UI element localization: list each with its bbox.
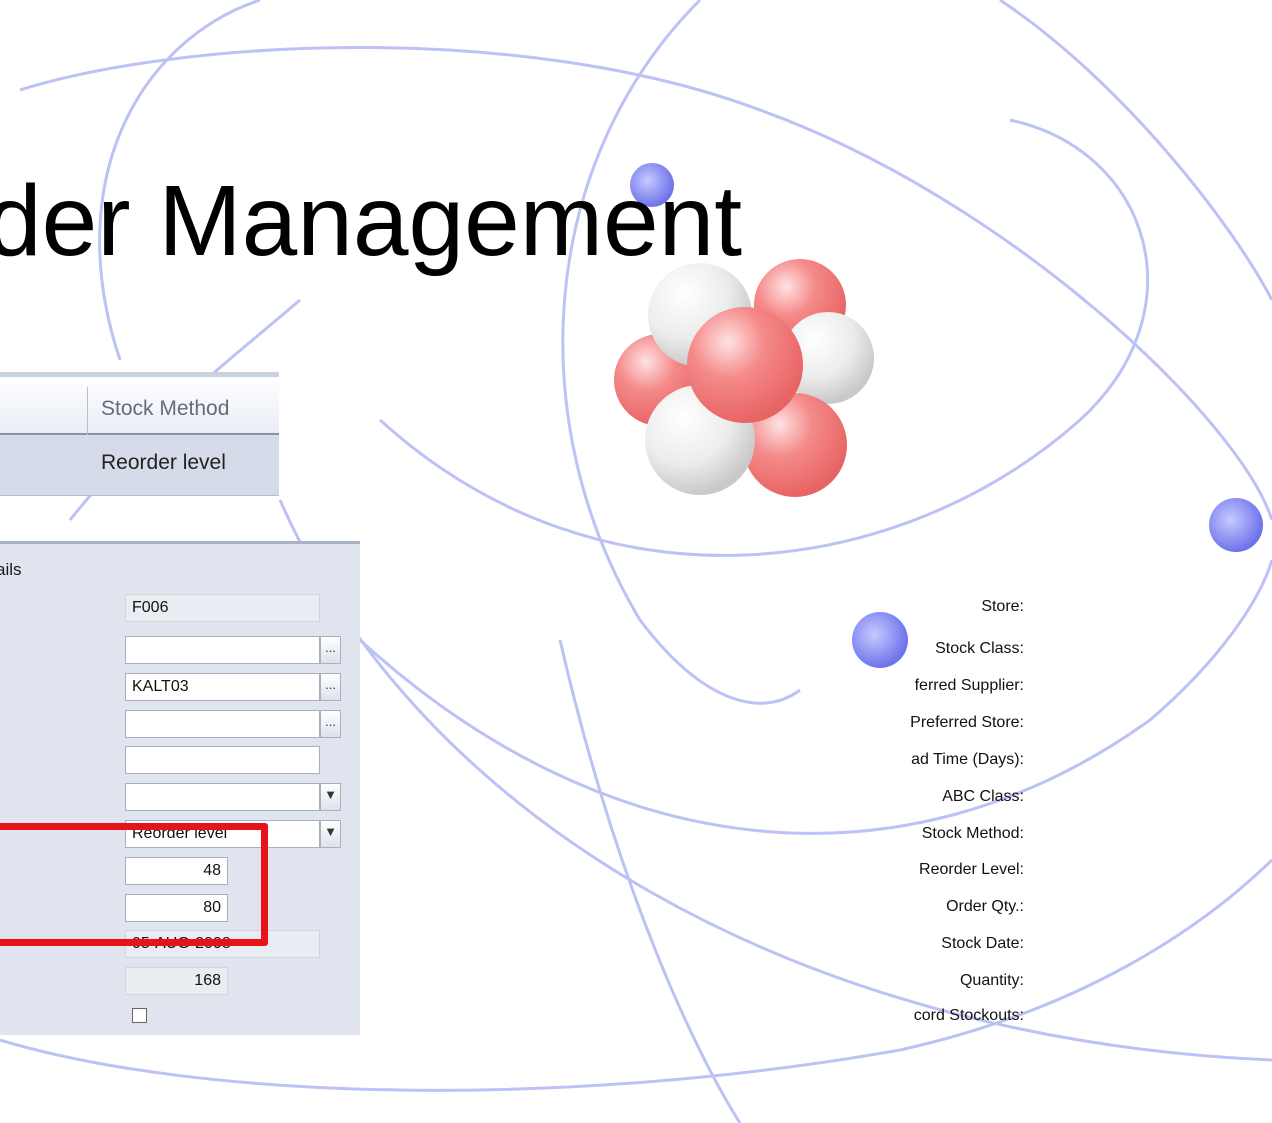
stock-method-cell: Reorder level xyxy=(101,451,226,474)
order-qty-label: Order Qty.: xyxy=(946,898,1024,915)
order-qty-input[interactable]: 80 xyxy=(125,894,228,922)
lead-time-input[interactable] xyxy=(125,746,320,774)
lead-time-label: ad Time (Days): xyxy=(911,751,1024,768)
stock-class-input[interactable] xyxy=(125,636,320,664)
stock-method-dropdown-icon[interactable]: ▼ xyxy=(320,820,341,848)
preferred-store-label: Preferred Store: xyxy=(910,714,1024,731)
quantity-label: Quantity: xyxy=(959,972,1024,989)
stock-class-label: Stock Class: xyxy=(935,640,1024,657)
reorder-level-input[interactable]: 48 xyxy=(125,857,228,885)
abc-class-select[interactable] xyxy=(125,783,320,811)
store-field: F006 xyxy=(125,594,320,622)
preferred-supplier-input[interactable]: KALT03 xyxy=(125,673,320,701)
stock-class-lookup-button[interactable]: ... xyxy=(320,636,341,664)
slide-title: der Management xyxy=(0,165,743,277)
grid-header: Stock Method xyxy=(0,372,279,437)
preferred-store-lookup-button[interactable]: ... xyxy=(320,710,341,738)
column-divider[interactable] xyxy=(87,387,88,437)
preferred-store-input[interactable] xyxy=(125,710,320,738)
stock-method-grid: Stock Method Reorder level xyxy=(0,372,279,496)
record-stockouts-checkbox[interactable] xyxy=(132,1008,147,1023)
stock-method-label: Stock Method: xyxy=(921,825,1024,842)
quantity-field: 168 xyxy=(125,967,228,995)
stock-date-label: Stock Date: xyxy=(941,935,1024,952)
preferred-supplier-label: ferred Supplier: xyxy=(914,677,1024,694)
panel-title: ails xyxy=(0,560,22,579)
record-stockouts-label: cord Stockouts: xyxy=(913,1007,1024,1024)
abc-class-label: ABC Class: xyxy=(942,788,1024,805)
stock-method-select[interactable]: Reorder level xyxy=(125,820,320,848)
table-row[interactable]: Reorder level xyxy=(0,435,279,496)
preferred-supplier-lookup-button[interactable]: ... xyxy=(320,673,341,701)
column-header-stock-method[interactable]: Stock Method xyxy=(101,397,229,421)
reorder-level-label: Reorder Level: xyxy=(919,861,1024,878)
abc-class-dropdown-icon[interactable]: ▼ xyxy=(320,783,341,811)
stock-date-field: 05-AUG-2008 xyxy=(125,930,320,958)
store-label: Store: xyxy=(981,598,1024,615)
